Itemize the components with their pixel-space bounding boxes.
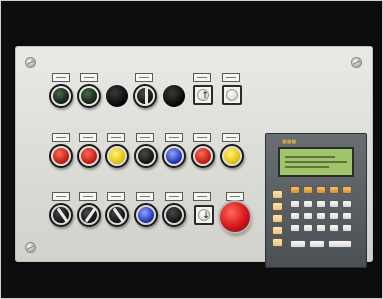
arrow-up-button[interactable]: ↑ (193, 85, 213, 105)
keypad-key[interactable] (329, 186, 339, 194)
label-plate (222, 73, 240, 82)
keypad-key[interactable] (329, 224, 339, 232)
keypad-key[interactable] (329, 200, 339, 208)
function-key[interactable] (272, 190, 283, 199)
label-plate (193, 192, 211, 201)
blue-pushbutton[interactable] (162, 144, 186, 168)
yellow-pushbutton[interactable] (105, 144, 129, 168)
keypad-key[interactable] (290, 186, 300, 194)
keypad (272, 184, 362, 264)
label-plate (52, 192, 70, 201)
function-key[interactable] (272, 202, 283, 211)
yellow-pushbutton[interactable] (220, 144, 244, 168)
keypad-key[interactable] (290, 212, 300, 220)
label-plate (107, 133, 125, 142)
keypad-key[interactable] (342, 212, 352, 220)
keypad-key[interactable] (342, 200, 352, 208)
label-plate (193, 133, 211, 142)
keypad-key[interactable] (316, 212, 326, 220)
white-pushbutton[interactable] (222, 85, 242, 105)
function-key[interactable] (272, 238, 283, 247)
operator-terminal: ■■■ (265, 133, 367, 268)
function-key[interactable] (272, 214, 283, 223)
label-plate (226, 192, 244, 201)
emergency-stop-button[interactable] (220, 202, 250, 232)
keypad-key[interactable] (303, 224, 313, 232)
keypad-key[interactable] (290, 224, 300, 232)
label-plate (79, 192, 97, 201)
label-plate (222, 133, 240, 142)
black-pushbutton[interactable] (134, 144, 158, 168)
label-plate (107, 192, 125, 201)
selector-switch[interactable] (133, 84, 157, 108)
keypad-key[interactable] (303, 200, 313, 208)
label-plate (193, 73, 211, 82)
label-plate (136, 192, 154, 201)
red-pushbutton[interactable] (49, 144, 73, 168)
function-key[interactable] (272, 226, 283, 235)
label-plate (52, 73, 70, 82)
label-plate (165, 192, 183, 201)
keypad-key[interactable] (309, 240, 325, 248)
screw-icon (352, 58, 361, 67)
label-plate (79, 133, 97, 142)
label-plate (52, 133, 70, 142)
label-plate (165, 133, 183, 142)
indicator-lamp (163, 85, 185, 107)
selector-switch[interactable] (49, 203, 73, 227)
selector-switch[interactable] (105, 203, 129, 227)
keypad-key[interactable] (316, 224, 326, 232)
keypad-key[interactable] (342, 186, 352, 194)
keypad-key[interactable] (303, 212, 313, 220)
indicator-lamp (106, 85, 128, 107)
keypad-key[interactable] (290, 200, 300, 208)
arrow-down-button[interactable]: ↓ (194, 205, 214, 225)
label-plate (135, 73, 153, 82)
brand-logo-icon: ■■■ (282, 139, 297, 145)
keypad-key[interactable] (342, 224, 352, 232)
lcd-display (278, 147, 354, 177)
red-pushbutton[interactable] (77, 144, 101, 168)
green-pushbutton[interactable] (77, 84, 101, 108)
red-pushbutton[interactable] (191, 144, 215, 168)
keypad-key[interactable] (329, 212, 339, 220)
selector-switch[interactable] (77, 203, 101, 227)
blue-pushbutton[interactable] (134, 203, 158, 227)
control-panel: ↑ ↓ ■■■ (15, 46, 373, 268)
photo-frame: ↑ ↓ ■■■ (0, 0, 383, 299)
keypad-key[interactable] (316, 200, 326, 208)
label-plate (80, 73, 98, 82)
keypad-key[interactable] (328, 240, 352, 248)
black-pushbutton[interactable] (162, 203, 186, 227)
green-pushbutton[interactable] (49, 84, 73, 108)
keypad-key[interactable] (290, 240, 306, 248)
keypad-key[interactable] (316, 186, 326, 194)
keypad-key[interactable] (303, 186, 313, 194)
label-plate (136, 133, 154, 142)
screw-icon (26, 243, 35, 252)
screw-icon (26, 58, 35, 67)
